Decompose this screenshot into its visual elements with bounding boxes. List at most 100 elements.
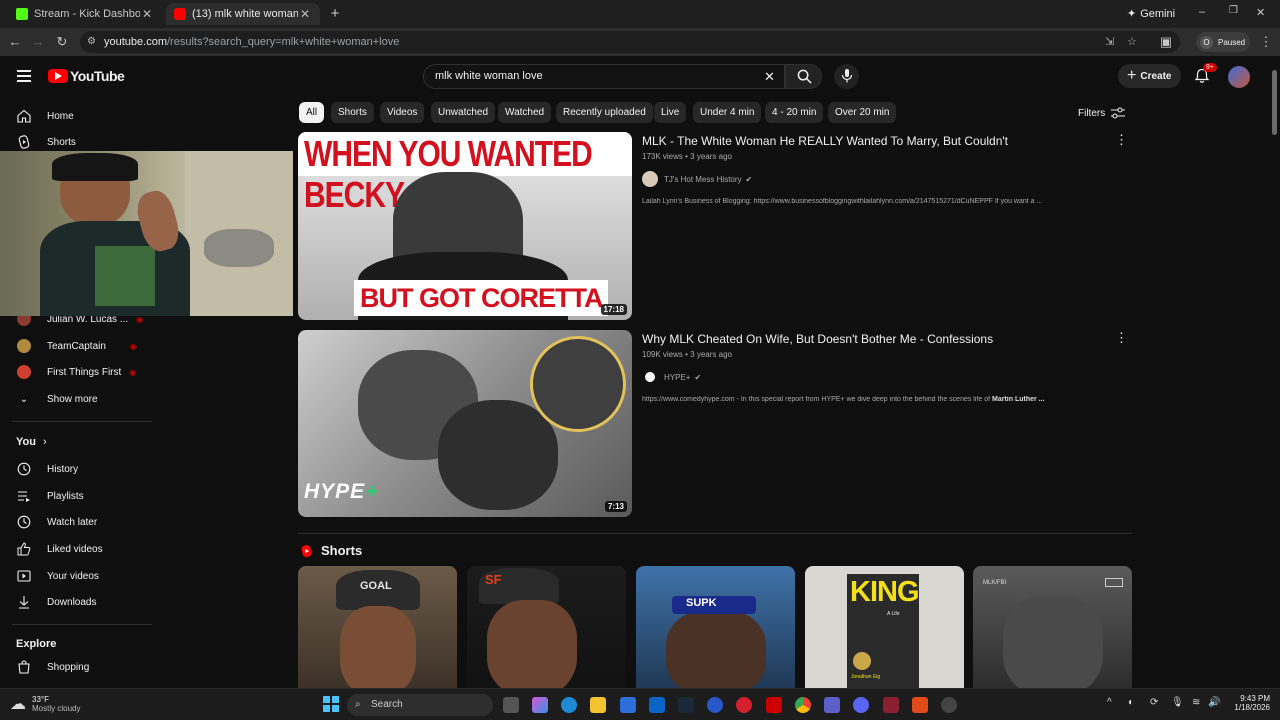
- sidebar-item-playlists[interactable]: Playlists: [0, 483, 155, 509]
- ea-icon[interactable]: [912, 697, 928, 713]
- wifi-icon[interactable]: ≋: [1192, 697, 1200, 708]
- teams-icon[interactable]: [824, 697, 840, 713]
- sidebar-item-watch-later[interactable]: Watch later: [0, 509, 155, 535]
- clock-icon: [16, 514, 32, 530]
- profile-button[interactable]: O Paused: [1196, 32, 1250, 52]
- chip-videos[interactable]: Videos: [380, 102, 425, 123]
- short-thumbnail[interactable]: MLK/FBI: [973, 566, 1132, 696]
- more-actions-icon[interactable]: ⋮: [1115, 132, 1128, 148]
- forward-icon[interactable]: →: [30, 34, 46, 50]
- sidebar-item-liked-videos[interactable]: Liked videos: [0, 536, 155, 562]
- shopping-bag-icon: [16, 659, 32, 675]
- audio-app-icon[interactable]: [883, 697, 899, 713]
- copilot-icon[interactable]: [532, 697, 548, 713]
- account-avatar[interactable]: [1228, 66, 1250, 88]
- tray-sync-icon[interactable]: ⟳: [1150, 697, 1158, 708]
- search-input[interactable]: mlk white woman love ✕: [423, 64, 785, 89]
- channel-link[interactable]: HYPE+ ✔: [642, 369, 701, 385]
- side-panel-icon[interactable]: ▣: [1158, 34, 1174, 50]
- book-subtitle: A Life: [887, 611, 900, 617]
- battlenet-icon[interactable]: [707, 697, 723, 713]
- page-scrollbar[interactable]: [1272, 70, 1277, 135]
- filters-button[interactable]: Filters: [1078, 107, 1126, 119]
- sidebar-item-shopping[interactable]: Shopping: [0, 654, 155, 680]
- gemini-button[interactable]: ✦ Gemini: [1127, 7, 1175, 21]
- edge-icon[interactable]: [561, 697, 577, 713]
- chip-all[interactable]: All: [299, 102, 325, 123]
- video-title[interactable]: MLK - The White Woman He REALLY Wanted T…: [642, 134, 1008, 148]
- sidebar-item-subscription[interactable]: First Things First ◉: [0, 359, 155, 385]
- close-tab-icon[interactable]: ✕: [298, 7, 312, 21]
- taskbar-search[interactable]: ⌕ Search: [347, 694, 493, 716]
- video-thumbnail[interactable]: WHEN YOU WANTED BECKY, BUT GOT CORETTA 1…: [298, 132, 632, 320]
- bookmark-star-icon[interactable]: ☆: [1127, 31, 1137, 53]
- file-explorer-icon[interactable]: [590, 697, 606, 713]
- chip-live[interactable]: Live: [654, 102, 687, 123]
- search-button[interactable]: [785, 64, 822, 89]
- windows-taskbar: ☁ 33°F Mostly cloudy ⌕ Search ^ ◐ ⟳ 🎙 ≋ …: [0, 688, 1280, 720]
- hamburger-icon[interactable]: [17, 68, 31, 82]
- sidebar-heading-you[interactable]: You ›: [16, 436, 47, 448]
- sidebar-item-downloads[interactable]: Downloads: [0, 589, 155, 615]
- outlook-icon[interactable]: [649, 697, 665, 713]
- tab-youtube-search[interactable]: (13) mlk white woman love - Yo ✕: [166, 3, 320, 25]
- sidebar-item-your-videos[interactable]: Your videos: [0, 563, 155, 589]
- volume-icon[interactable]: 🔊: [1208, 697, 1220, 708]
- weather-widget[interactable]: ☁ 33°F Mostly cloudy: [10, 694, 80, 714]
- notifications-button[interactable]: 9+: [1194, 63, 1217, 84]
- address-bar[interactable]: ⚙ youtube.com/results?search_query=mlk+w…: [80, 31, 1180, 53]
- chip-recently-uploaded[interactable]: Recently uploaded: [556, 102, 653, 123]
- obs-icon[interactable]: [941, 697, 957, 713]
- voice-search-button[interactable]: [834, 64, 859, 89]
- sidebar-item-history[interactable]: History: [0, 456, 155, 482]
- menu-kebab-icon[interactable]: ⋮: [1258, 34, 1274, 50]
- chip-watched[interactable]: Watched: [498, 102, 552, 123]
- tray-overflow-icon[interactable]: ^: [1107, 697, 1112, 708]
- minimize-icon[interactable]: –: [1199, 6, 1205, 18]
- short-thumbnail[interactable]: GOAL: [298, 566, 457, 696]
- steam-icon[interactable]: [678, 697, 694, 713]
- tab-kick-dashboard[interactable]: Stream - Kick Dashboard ✕: [8, 3, 162, 25]
- back-icon[interactable]: ←: [7, 34, 23, 50]
- clear-search-icon[interactable]: ✕: [764, 65, 775, 88]
- chip-shorts[interactable]: Shorts: [331, 102, 374, 123]
- site-info-icon[interactable]: ⚙: [87, 31, 96, 53]
- channel-link[interactable]: TJ's Hot Mess History ✔: [642, 171, 752, 187]
- store-icon[interactable]: [620, 697, 636, 713]
- clock[interactable]: 9:43 PM 1/18/2026: [1228, 694, 1270, 712]
- windows-start-icon[interactable]: [323, 696, 339, 712]
- search-icon: [797, 69, 812, 84]
- microphone-tray-icon[interactable]: 🎙: [1171, 697, 1184, 708]
- video-thumbnail[interactable]: HYPE+ 7:13: [298, 330, 632, 517]
- sidebar-item-home[interactable]: Home: [0, 103, 155, 129]
- install-icon[interactable]: ⇲: [1105, 31, 1114, 53]
- sidebar-show-more[interactable]: ⌄ Show more: [0, 386, 155, 412]
- app-icon[interactable]: [736, 697, 752, 713]
- more-actions-icon[interactable]: ⋮: [1115, 330, 1128, 346]
- upload-age: 3 years ago: [690, 152, 732, 161]
- short-thumbnail[interactable]: SF: [467, 566, 626, 696]
- reload-icon[interactable]: ↻: [54, 34, 70, 50]
- short-thumbnail[interactable]: KING A Life Jonathan Eig: [805, 566, 964, 696]
- create-button[interactable]: + Create: [1118, 64, 1181, 88]
- task-view-icon[interactable]: [503, 697, 519, 713]
- discord-icon[interactable]: [853, 697, 869, 713]
- sidebar-item-subscription[interactable]: TeamCaptain ◉: [0, 333, 155, 359]
- tray-app-icon[interactable]: ◐: [1128, 697, 1134, 708]
- cap-text: GOAL: [360, 580, 392, 592]
- youtube-logo[interactable]: YouTube: [48, 68, 125, 84]
- close-window-icon[interactable]: ✕: [1256, 6, 1265, 19]
- channel-avatar: [16, 364, 32, 380]
- chip-under-4-min[interactable]: Under 4 min: [693, 102, 762, 123]
- sidebar-item-label: Downloads: [47, 596, 97, 608]
- new-tab-icon[interactable]: +: [326, 5, 344, 23]
- chrome-icon[interactable]: [795, 697, 811, 713]
- close-tab-icon[interactable]: ✕: [140, 7, 154, 21]
- youtube-app-icon[interactable]: [766, 697, 782, 713]
- short-thumbnail[interactable]: SUPK: [636, 566, 795, 696]
- restore-icon[interactable]: ❐: [1229, 5, 1238, 16]
- video-title[interactable]: Why MLK Cheated On Wife, But Doesn't Bot…: [642, 332, 993, 346]
- chip-over-20-min[interactable]: Over 20 min: [828, 102, 897, 123]
- chip-4-20-min[interactable]: 4 - 20 min: [765, 102, 824, 123]
- chip-unwatched[interactable]: Unwatched: [431, 102, 496, 123]
